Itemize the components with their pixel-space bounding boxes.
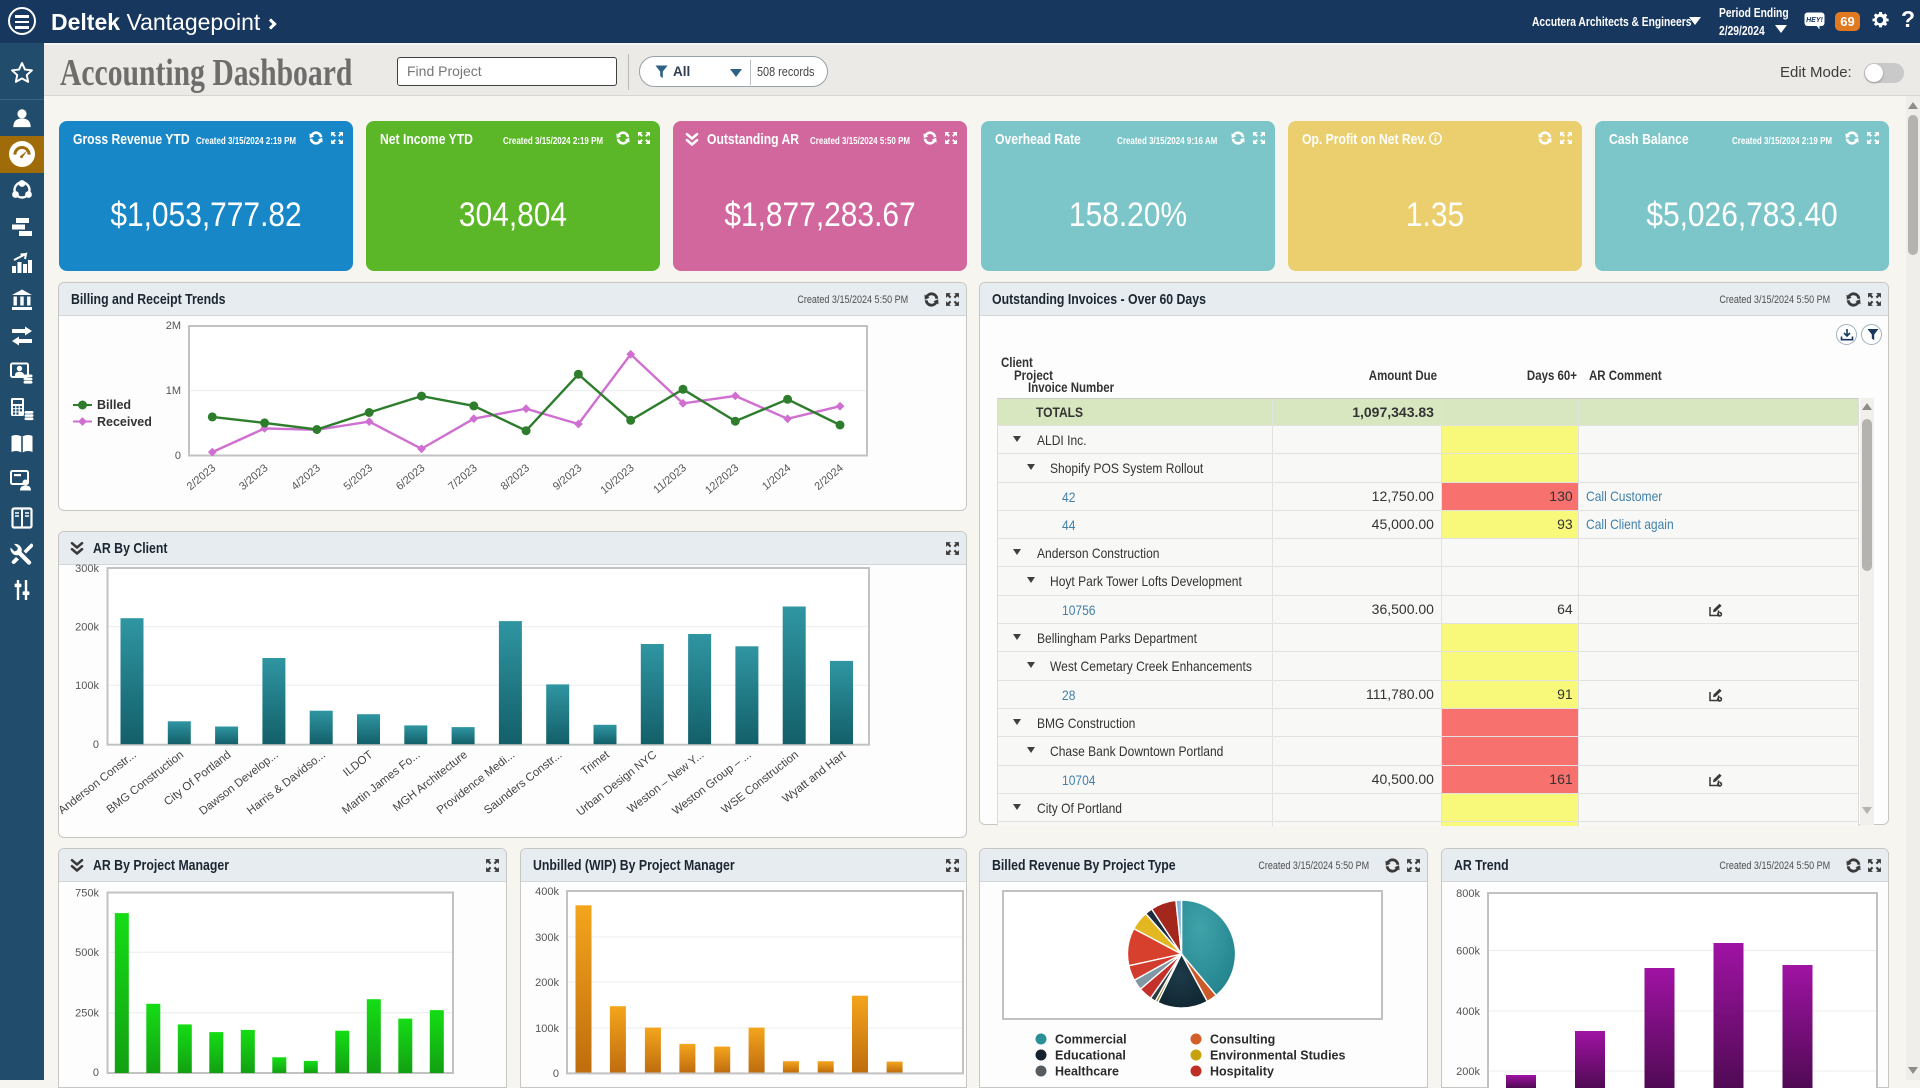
svg-text:400k: 400k <box>1456 1006 1480 1018</box>
svg-text:Dawson Develop...: Dawson Develop... <box>197 749 280 818</box>
svg-text:7/2023: 7/2023 <box>446 462 479 493</box>
svg-text:1/2024: 1/2024 <box>760 462 793 493</box>
svg-text:200k: 200k <box>75 622 99 634</box>
svg-text:10/2023: 10/2023 <box>598 462 636 497</box>
svg-text:Commercial: Commercial <box>1055 1033 1127 1047</box>
svg-text:8/2023: 8/2023 <box>499 462 532 493</box>
svg-text:Harris & Davidso...: Harris & Davidso... <box>245 749 328 817</box>
svg-text:2/2024: 2/2024 <box>812 462 845 493</box>
svg-text:Saunders Constr...: Saunders Constr... <box>482 749 564 817</box>
svg-text:5/2023: 5/2023 <box>342 462 375 493</box>
svg-text:9/2023: 9/2023 <box>551 462 584 493</box>
svg-text:BMG Construction: BMG Construction <box>105 749 186 816</box>
svg-text:HEY!: HEY! <box>1806 17 1823 24</box>
svg-text:750k: 750k <box>75 888 99 900</box>
svg-text:Hospitality: Hospitality <box>1210 1065 1274 1079</box>
svg-text:100k: 100k <box>75 680 99 692</box>
svg-text:100k: 100k <box>535 1023 559 1035</box>
svg-text:Billed: Billed <box>97 398 131 412</box>
svg-text:500k: 500k <box>75 947 99 959</box>
svg-text:4/2023: 4/2023 <box>289 462 322 493</box>
svg-text:Received: Received <box>97 415 152 429</box>
svg-text:Providence Medi...: Providence Medi... <box>435 749 517 817</box>
svg-text:2M: 2M <box>166 320 181 332</box>
svg-text:400k: 400k <box>535 886 559 898</box>
svg-text:0: 0 <box>175 450 181 462</box>
svg-text:3/2023: 3/2023 <box>237 462 270 493</box>
svg-text:Trimet: Trimet <box>579 748 612 778</box>
svg-text:ILDOT: ILDOT <box>341 749 375 779</box>
svg-text:300k: 300k <box>535 932 559 944</box>
svg-text:Urban Design NYC: Urban Design NYC <box>575 749 659 819</box>
svg-text:0: 0 <box>93 1067 99 1079</box>
svg-text:Educational: Educational <box>1055 1049 1126 1063</box>
svg-text:6/2023: 6/2023 <box>394 462 427 493</box>
svg-text:11/2023: 11/2023 <box>651 462 689 496</box>
svg-text:200k: 200k <box>1456 1066 1480 1078</box>
svg-text:0: 0 <box>93 739 99 751</box>
svg-text:250k: 250k <box>75 1008 99 1020</box>
svg-text:Weston Group – ...: Weston Group – ... <box>670 749 753 818</box>
svg-text:200k: 200k <box>535 977 559 989</box>
svg-text:Consulting: Consulting <box>1210 1033 1275 1047</box>
svg-text:2/2023: 2/2023 <box>185 462 218 493</box>
svg-text:WSE Construction: WSE Construction <box>720 749 801 816</box>
svg-text:800k: 800k <box>1456 888 1480 900</box>
svg-text:Martin James Fo...: Martin James Fo... <box>340 749 422 817</box>
svg-text:600k: 600k <box>1456 946 1480 958</box>
svg-text:12/2023: 12/2023 <box>703 462 741 497</box>
svg-text:Healthcare: Healthcare <box>1055 1065 1119 1079</box>
svg-text:1M: 1M <box>166 385 181 397</box>
svg-text:300k: 300k <box>75 563 99 575</box>
svg-text:0: 0 <box>553 1068 559 1080</box>
svg-text:Anderson Constr...: Anderson Constr... <box>56 749 138 817</box>
svg-text:Environmental Studies: Environmental Studies <box>1210 1049 1345 1063</box>
